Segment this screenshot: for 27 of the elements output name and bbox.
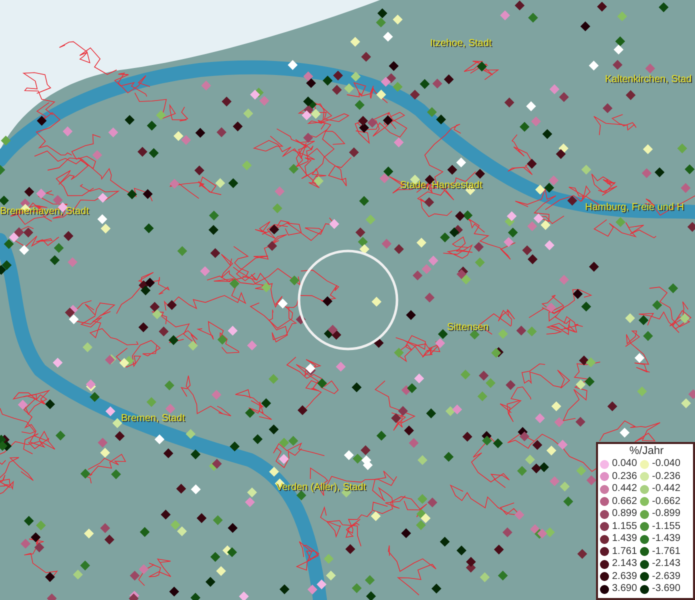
legend-value: 2.639 [612,570,638,583]
legend-title: %/Jahr [629,445,664,458]
legend-value: -1.761 [652,546,680,558]
legend-value: 0.442 [612,483,638,496]
legend-value: 1.761 [612,546,638,558]
place-label: Hamburg, Freie und H [585,202,684,214]
legend-value: -2.143 [652,558,680,570]
legend-value: 3.690 [612,583,638,596]
legend-value: 0.662 [612,496,638,508]
legend-value: -0.899 [652,508,680,520]
legend-value: -1.439 [652,533,680,546]
legend-value: 1.155 [612,520,638,533]
legend-value: -2.639 [652,570,680,583]
legend-value: 0.236 [612,470,638,483]
legend-value: 2.143 [612,558,638,570]
legend-value: 1.439 [612,533,638,546]
legend-value: 0.899 [612,508,638,520]
legend-value: -1.155 [652,520,680,533]
legend-value: 0.040 [612,458,638,470]
legend-value: -0.442 [652,483,680,496]
legend-value: -0.236 [652,470,680,483]
place-label: Itzehoe, Stadt [430,38,492,50]
place-label: Kaltenkirchen, Stad [605,74,692,86]
legend-value: -0.040 [652,458,680,470]
legend-value: -3.690 [652,583,680,596]
legend-value: -0.662 [652,496,680,508]
place-label: Bremen, Stadt [121,413,185,425]
